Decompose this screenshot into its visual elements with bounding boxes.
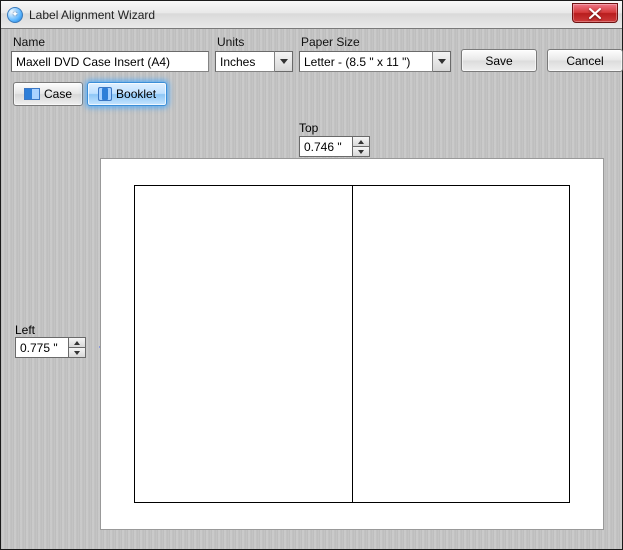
cancel-button[interactable]: Cancel bbox=[547, 49, 623, 72]
top-margin-spinner bbox=[299, 136, 370, 157]
close-icon bbox=[589, 8, 601, 19]
top-margin-label: Top bbox=[299, 121, 318, 135]
label-fold-line bbox=[352, 186, 353, 502]
left-margin-input[interactable] bbox=[15, 337, 69, 358]
paper-size-label: Paper Size bbox=[301, 35, 451, 49]
chevron-up-icon bbox=[358, 140, 364, 144]
top-margin-input[interactable] bbox=[299, 136, 353, 157]
case-icon bbox=[24, 88, 40, 100]
name-input[interactable] bbox=[11, 51, 209, 72]
tab-label: Case bbox=[44, 87, 72, 101]
chevron-down-icon bbox=[280, 59, 288, 64]
app-window: ✦ Label Alignment Wizard Name Units Inch… bbox=[0, 0, 623, 550]
tab-label: Booklet bbox=[116, 87, 156, 101]
window-title: Label Alignment Wizard bbox=[29, 8, 155, 22]
left-margin-label: Left bbox=[15, 323, 35, 337]
booklet-icon bbox=[98, 87, 112, 101]
tab-bar: Case Booklet bbox=[1, 82, 622, 106]
close-button[interactable] bbox=[572, 3, 618, 23]
app-icon: ✦ bbox=[7, 7, 23, 23]
left-margin-up-button[interactable] bbox=[69, 337, 86, 348]
chevron-down-icon bbox=[74, 351, 80, 355]
top-margin-down-button[interactable] bbox=[353, 147, 370, 157]
paper-size-select[interactable]: Letter - (8.5 " x 11 ") bbox=[299, 51, 433, 72]
top-margin-up-button[interactable] bbox=[353, 136, 370, 147]
paper-size-dropdown-button[interactable] bbox=[433, 51, 451, 72]
chevron-down-icon bbox=[438, 59, 446, 64]
top-form-row: Name Units Inches Paper Size Letter - (8… bbox=[1, 29, 622, 80]
save-button[interactable]: Save bbox=[461, 49, 537, 72]
left-margin-spinner bbox=[15, 337, 86, 358]
units-label: Units bbox=[217, 35, 293, 49]
chevron-up-icon bbox=[74, 341, 80, 345]
tab-case[interactable]: Case bbox=[13, 82, 83, 106]
left-margin-down-button[interactable] bbox=[69, 348, 86, 358]
units-select[interactable]: Inches bbox=[215, 51, 275, 72]
chevron-down-icon bbox=[358, 150, 364, 154]
tab-booklet[interactable]: Booklet bbox=[87, 82, 167, 106]
units-dropdown-button[interactable] bbox=[275, 51, 293, 72]
label-preview bbox=[134, 185, 570, 503]
name-label: Name bbox=[13, 35, 209, 49]
title-bar: ✦ Label Alignment Wizard bbox=[1, 1, 622, 29]
